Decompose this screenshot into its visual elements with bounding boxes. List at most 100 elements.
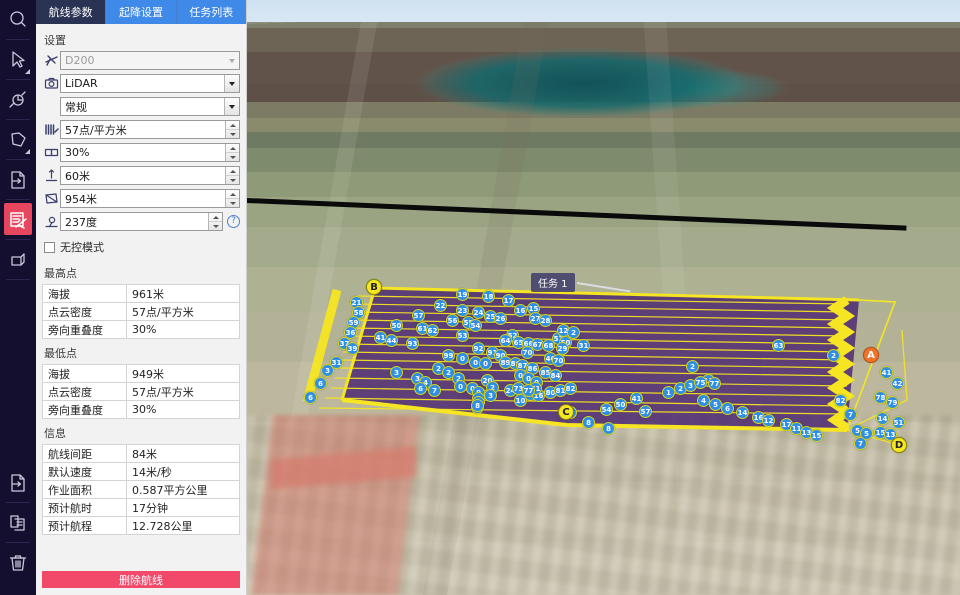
waypoint-marker[interactable]: 77 [708, 377, 721, 390]
waypoint-marker[interactable]: 3 [390, 366, 403, 379]
layers-tool[interactable] [0, 240, 36, 280]
side-overlap-input[interactable]: 30% [60, 143, 240, 162]
duplicate-tool[interactable] [0, 503, 36, 543]
waypoint-marker[interactable]: 28 [539, 314, 552, 327]
trash-tool[interactable] [0, 543, 36, 583]
waypoint-marker[interactable]: 57 [412, 309, 425, 322]
waypoint-marker[interactable]: 15 [810, 429, 823, 442]
waypoint-marker[interactable]: 50 [390, 319, 403, 332]
corner-marker-c[interactable]: C [558, 404, 574, 420]
aircraft-select[interactable]: D200 [60, 51, 240, 70]
waypoint-marker[interactable]: 22 [434, 299, 447, 312]
chevron-down-icon[interactable] [224, 75, 239, 92]
waypoint-marker[interactable]: 14 [876, 412, 889, 425]
export-tool[interactable] [0, 463, 36, 503]
waypoint-marker[interactable]: 62 [426, 324, 439, 337]
waypoint-marker[interactable]: 53 [456, 329, 469, 342]
waypoint-marker[interactable]: 7 [428, 384, 441, 397]
waypoint-marker[interactable]: 2 [567, 326, 580, 339]
waypoint-marker[interactable]: 70 [521, 346, 534, 359]
waypoint-marker[interactable]: 16 [514, 304, 527, 317]
tool-expand-corner[interactable] [25, 69, 30, 74]
waypoint-marker[interactable]: 0 [454, 380, 467, 393]
waypoint-marker[interactable]: 6 [304, 391, 317, 404]
chevron-down-icon[interactable] [224, 52, 239, 69]
waypoint-marker[interactable]: 57 [639, 405, 652, 418]
help-icon[interactable]: ? [227, 215, 240, 228]
point-density-input[interactable]: 57点/平方米 [60, 120, 240, 139]
waypoint-marker[interactable]: 75 [694, 376, 707, 389]
course-angle-stepper[interactable] [208, 213, 222, 230]
waypoint-marker[interactable]: 41 [630, 392, 643, 405]
waypoint-marker[interactable]: 84 [549, 369, 562, 382]
waypoint-marker[interactable]: 3 [484, 389, 497, 402]
tab-takeoff-landing[interactable]: 起降设置 [106, 0, 177, 24]
waypoint-marker[interactable]: 19 [456, 288, 469, 301]
scan-width-stepper[interactable] [225, 190, 239, 207]
waypoint-marker[interactable]: 99 [442, 349, 455, 362]
waypoint-marker[interactable]: 44 [385, 334, 398, 347]
corner-marker-a[interactable]: A [863, 347, 879, 363]
search-tool[interactable] [0, 0, 36, 40]
chevron-down-icon[interactable] [224, 98, 239, 115]
waypoint-marker[interactable]: 31 [577, 339, 590, 352]
waypoint-marker[interactable]: 70 [552, 354, 565, 367]
waypoint-marker[interactable]: 8 [582, 416, 595, 429]
altitude-stepper[interactable] [225, 167, 239, 184]
waypoint-tool[interactable] [0, 80, 36, 120]
task-label[interactable]: 任务 1 [531, 273, 575, 292]
tab-task-list[interactable]: 任务列表 [176, 0, 246, 24]
waypoint-marker[interactable]: 12 [762, 414, 775, 427]
select-tool[interactable] [0, 40, 36, 80]
waypoint-marker[interactable]: 56 [446, 314, 459, 327]
no-control-mode-row[interactable]: 无控模式 [42, 235, 240, 261]
waypoint-marker[interactable]: 92 [472, 342, 485, 355]
import-tool[interactable] [0, 160, 36, 200]
waypoint-marker[interactable]: 79 [886, 396, 899, 409]
corner-marker-b[interactable]: B [366, 279, 382, 295]
polygon-tool[interactable] [0, 120, 36, 160]
waypoint-marker[interactable]: 2 [827, 349, 840, 362]
corner-marker-d[interactable]: D [891, 437, 907, 453]
waypoint-marker[interactable]: 3 [321, 364, 334, 377]
waypoint-marker[interactable]: 82 [834, 394, 847, 407]
payload-select[interactable]: LiDAR [60, 74, 240, 93]
waypoint-marker[interactable]: 6 [721, 402, 734, 415]
waypoint-marker[interactable]: 54 [600, 403, 613, 416]
mode-select[interactable]: 常规 [60, 97, 240, 116]
waypoint-marker[interactable]: 77 [522, 384, 535, 397]
waypoint-marker[interactable]: 2 [686, 360, 699, 373]
waypoint-marker[interactable]: 14 [736, 406, 749, 419]
scan-width-input[interactable]: 954米 [60, 189, 240, 208]
waypoint-marker[interactable]: 18 [482, 290, 495, 303]
delete-route-button[interactable]: 删除航线 [42, 571, 240, 588]
waypoint-marker[interactable]: 17 [502, 294, 515, 307]
waypoint-marker[interactable]: 6 [314, 377, 327, 390]
waypoint-marker[interactable]: 82 [564, 382, 577, 395]
waypoint-marker[interactable]: 63 [772, 339, 785, 352]
altitude-input[interactable]: 60米 [60, 166, 240, 185]
waypoint-marker[interactable]: 6 [414, 382, 427, 395]
waypoint-marker[interactable]: 0 [456, 352, 469, 365]
tool-expand-corner[interactable] [25, 149, 30, 154]
waypoint-marker[interactable]: 64 [499, 334, 512, 347]
waypoint-marker[interactable]: 50 [614, 398, 627, 411]
waypoint-marker[interactable]: 7 [844, 408, 857, 421]
waypoint-marker[interactable]: 7 [854, 437, 867, 450]
waypoint-marker[interactable]: 26 [494, 312, 507, 325]
waypoint-marker[interactable]: 42 [891, 377, 904, 390]
tab-route-params[interactable]: 航线参数 [36, 0, 107, 24]
route-plan-tool[interactable] [0, 200, 36, 240]
waypoint-marker[interactable]: 54 [469, 319, 482, 332]
point-density-stepper[interactable] [225, 121, 239, 138]
course-angle-input[interactable]: 237度 [60, 212, 223, 231]
waypoint-marker[interactable]: 8 [602, 422, 615, 435]
no-control-mode-checkbox[interactable] [44, 241, 55, 253]
waypoint-marker[interactable]: 39 [346, 342, 359, 355]
waypoint-marker[interactable]: 51 [892, 416, 905, 429]
waypoint-marker[interactable]: 8 [471, 399, 484, 412]
side-overlap-stepper[interactable] [225, 144, 239, 161]
waypoint-marker[interactable]: 0 [479, 357, 492, 370]
waypoint-marker[interactable]: 41 [880, 366, 893, 379]
waypoint-marker[interactable]: 93 [406, 337, 419, 350]
